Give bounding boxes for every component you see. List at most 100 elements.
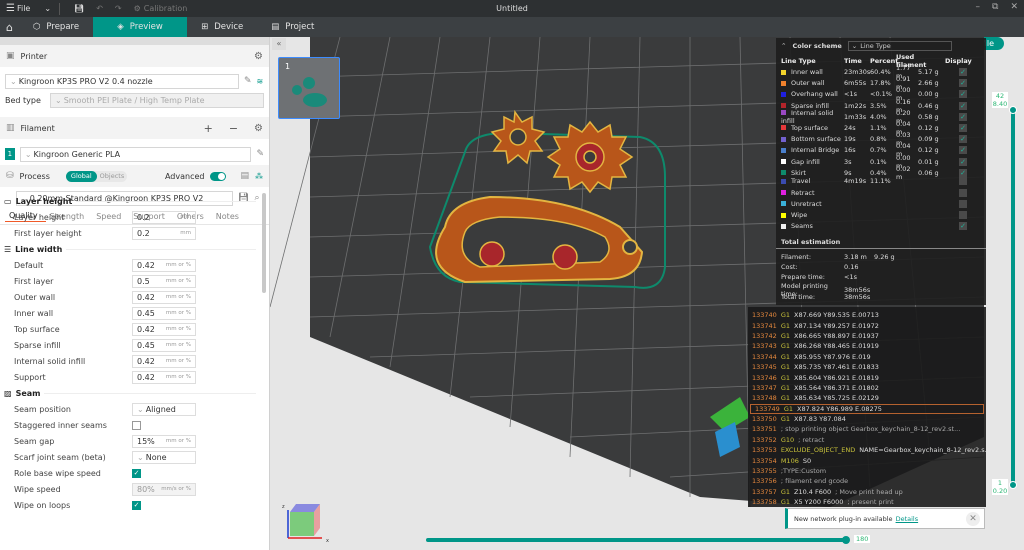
- display-checkbox[interactable]: ✓: [959, 68, 967, 76]
- staggered-inner-seams-checkbox[interactable]: [132, 420, 141, 430]
- sidebar-scrollbar[interactable]: [262, 193, 266, 293]
- gcode-line[interactable]: 133745 G1 X85.735 Y87.461 E.01833: [748, 362, 986, 372]
- group-title: Layer height: [15, 196, 73, 206]
- save-icon[interactable]: 💾︎: [74, 4, 84, 13]
- process-settings-icon[interactable]: ⁂: [255, 172, 263, 181]
- display-checkbox[interactable]: ✓: [959, 79, 967, 88]
- layer-slider[interactable]: [1011, 109, 1015, 485]
- layer-slider-top-knob[interactable]: [1009, 106, 1017, 114]
- first-layer-width-input[interactable]: 0.5 mm or %: [132, 274, 196, 288]
- gcode-line[interactable]: 133747 G1 X85.564 Y86.371 E.01802: [748, 383, 986, 393]
- outer-wall-width-input[interactable]: 0.42 mm or %: [132, 290, 196, 304]
- home-button[interactable]: ⌂: [0, 17, 19, 37]
- undo-icon[interactable]: ↶: [96, 4, 103, 13]
- restore-icon[interactable]: ⧉: [992, 2, 998, 12]
- wipe-speed-input[interactable]: 80% mm/s or %: [132, 482, 196, 496]
- horizontal-move-slider[interactable]: [426, 536, 850, 544]
- printer-settings-gear-icon[interactable]: ⚙: [254, 51, 263, 62]
- display-checkbox[interactable]: ✓: [959, 112, 967, 121]
- gcode-line[interactable]: 133741 G1 X87.134 Y89.257 E.01972: [748, 320, 986, 330]
- wifi-icon[interactable]: ≋: [257, 77, 264, 86]
- display-checkbox[interactable]: ✓: [959, 135, 967, 144]
- display-checkbox[interactable]: ✓: [959, 168, 967, 177]
- horizontal-slider-knob[interactable]: [842, 536, 850, 544]
- filament-settings-gear-icon[interactable]: ⚙: [254, 123, 263, 134]
- tab-device[interactable]: ⊞ Device: [187, 17, 257, 37]
- filament-index-badge[interactable]: 1: [5, 148, 15, 160]
- scarf-joint-select[interactable]: ⌄ None: [132, 450, 196, 464]
- collapse-sidebar-button[interactable]: «: [272, 38, 286, 50]
- internal-solid-infill-width-input[interactable]: 0.42 mm or %: [132, 354, 196, 368]
- close-notification-icon[interactable]: ✕: [966, 512, 980, 526]
- display-checkbox[interactable]: ✓: [959, 157, 967, 166]
- edit-filament-icon[interactable]: ✎: [256, 149, 264, 159]
- global-objects-toggle[interactable]: Global Objects: [65, 170, 128, 182]
- gcode-line[interactable]: 133754 M106 S0: [748, 455, 986, 465]
- display-checkbox[interactable]: ✓: [959, 222, 967, 231]
- gcode-line[interactable]: 133751; stop printing object Gearbox_key…: [748, 424, 986, 434]
- gcode-line[interactable]: 133757 G1 Z10.4 F600; Move print head up: [748, 487, 986, 497]
- printer-select[interactable]: ⌄ Kingroon KP3S PRO V2 0.4 nozzle: [5, 73, 239, 89]
- calibration-button[interactable]: ⚙ Calibration: [134, 4, 188, 13]
- gcode-line[interactable]: 133758 G1 X5 Y200 F6000; present print: [748, 497, 986, 507]
- gcode-line[interactable]: 133743 G1 X86.268 Y88.465 E.01919: [748, 341, 986, 351]
- display-checkbox[interactable]: ✓: [959, 123, 967, 132]
- gcode-line[interactable]: 133756; filament end gcode: [748, 476, 986, 486]
- display-checkbox[interactable]: [959, 177, 967, 186]
- collapse-legend-icon[interactable]: ⌃: [781, 42, 786, 50]
- plate-thumbnail[interactable]: 1: [278, 57, 340, 119]
- first-layer-height-input[interactable]: 0.2 mm: [132, 226, 196, 240]
- file-menu[interactable]: ☰ File: [6, 3, 30, 14]
- filament-select[interactable]: ⌄ Kingroon Generic PLA: [19, 146, 252, 162]
- wipe-on-loops-checkbox[interactable]: ✓: [132, 500, 141, 510]
- tab-preview[interactable]: ◈ Preview: [93, 17, 188, 37]
- display-checkbox[interactable]: ✓: [959, 101, 967, 110]
- top-surface-width-input[interactable]: 0.42 mm or %: [132, 322, 196, 336]
- tab-prepare[interactable]: ⬡ Prepare: [19, 17, 93, 37]
- gcode-line[interactable]: 133746 G1 X85.604 Y86.921 E.01819: [748, 372, 986, 382]
- seam-gap-input[interactable]: 15% mm or %: [132, 434, 196, 448]
- add-filament-icon[interactable]: +: [204, 122, 213, 135]
- gcode-line[interactable]: 133744 G1 X85.955 Y87.976 E.019: [748, 352, 986, 362]
- role-base-wipe-speed-checkbox[interactable]: ✓: [132, 468, 141, 478]
- color-scheme-select[interactable]: ⌄ Line Type: [847, 40, 952, 51]
- global-option[interactable]: Global: [65, 170, 97, 182]
- gcode-line[interactable]: 133740 G1 X87.669 Y89.535 E.00713: [748, 310, 986, 320]
- gcode-line[interactable]: 133742 G1 X86.665 Y88.897 E.01937: [748, 331, 986, 341]
- support-width-input[interactable]: 0.42 mm or %: [132, 370, 196, 384]
- gcode-line-number: 133745: [752, 363, 777, 372]
- objects-option[interactable]: Objects: [97, 172, 128, 180]
- display-checkbox[interactable]: ✓: [959, 90, 967, 99]
- layer-slider-bottom-knob[interactable]: [1009, 481, 1017, 489]
- close-icon[interactable]: ✕: [1010, 2, 1018, 12]
- sparse-infill-width-input[interactable]: 0.45 mm or %: [132, 338, 196, 352]
- display-checkbox[interactable]: [959, 188, 967, 197]
- display-checkbox[interactable]: [959, 211, 967, 220]
- layer-height-input[interactable]: 0.2 mm: [132, 210, 196, 224]
- default-width-input[interactable]: 0.42 mm or %: [132, 258, 196, 272]
- gcode-viewer[interactable]: 133740 G1 X87.669 Y89.535 E.00713 133741 G1 X…: [748, 307, 986, 507]
- seam-position-select[interactable]: ⌄ Aligned: [132, 402, 196, 416]
- gcode-line[interactable]: 133753 EXCLUDE_OBJECT_END NAME=Gearbox_key…: [748, 445, 986, 455]
- gcode-line[interactable]: 133752 G10; retract: [748, 435, 986, 445]
- gcode-line[interactable]: 133755 ;TYPE:Custom: [748, 466, 986, 476]
- param-unit: mm or %: [165, 438, 191, 444]
- gcode-line[interactable]: 133749 G1 X87.824 Y86.989 E.08275: [750, 403, 984, 414]
- gcode-line[interactable]: 133748 G1 X85.634 Y85.725 E.02129: [748, 393, 986, 403]
- layer-top-index: 42: [995, 92, 1005, 100]
- advanced-toggle[interactable]: [210, 171, 227, 181]
- gcode-line[interactable]: 133750 G1 X87.83 Y87.084: [748, 414, 986, 424]
- navigation-cube[interactable]: z x: [280, 492, 332, 544]
- inner-wall-width-input[interactable]: 0.45 mm or %: [132, 306, 196, 320]
- compare-icon[interactable]: ▤: [240, 171, 249, 181]
- minimize-icon[interactable]: –: [976, 2, 981, 12]
- dropdown-chevron-icon[interactable]: ⌄: [44, 4, 51, 13]
- edit-printer-icon[interactable]: ✎: [244, 76, 252, 86]
- remove-filament-icon[interactable]: −: [229, 122, 238, 135]
- redo-icon[interactable]: ↷: [115, 4, 122, 13]
- display-checkbox[interactable]: ✓: [959, 146, 967, 155]
- notification-details-link[interactable]: Details: [896, 515, 919, 523]
- tab-project[interactable]: ▤ Project: [257, 17, 328, 37]
- bed-type-select[interactable]: ⌄ Smooth PEI Plate / High Temp Plate: [50, 92, 264, 108]
- display-checkbox[interactable]: [959, 199, 967, 208]
